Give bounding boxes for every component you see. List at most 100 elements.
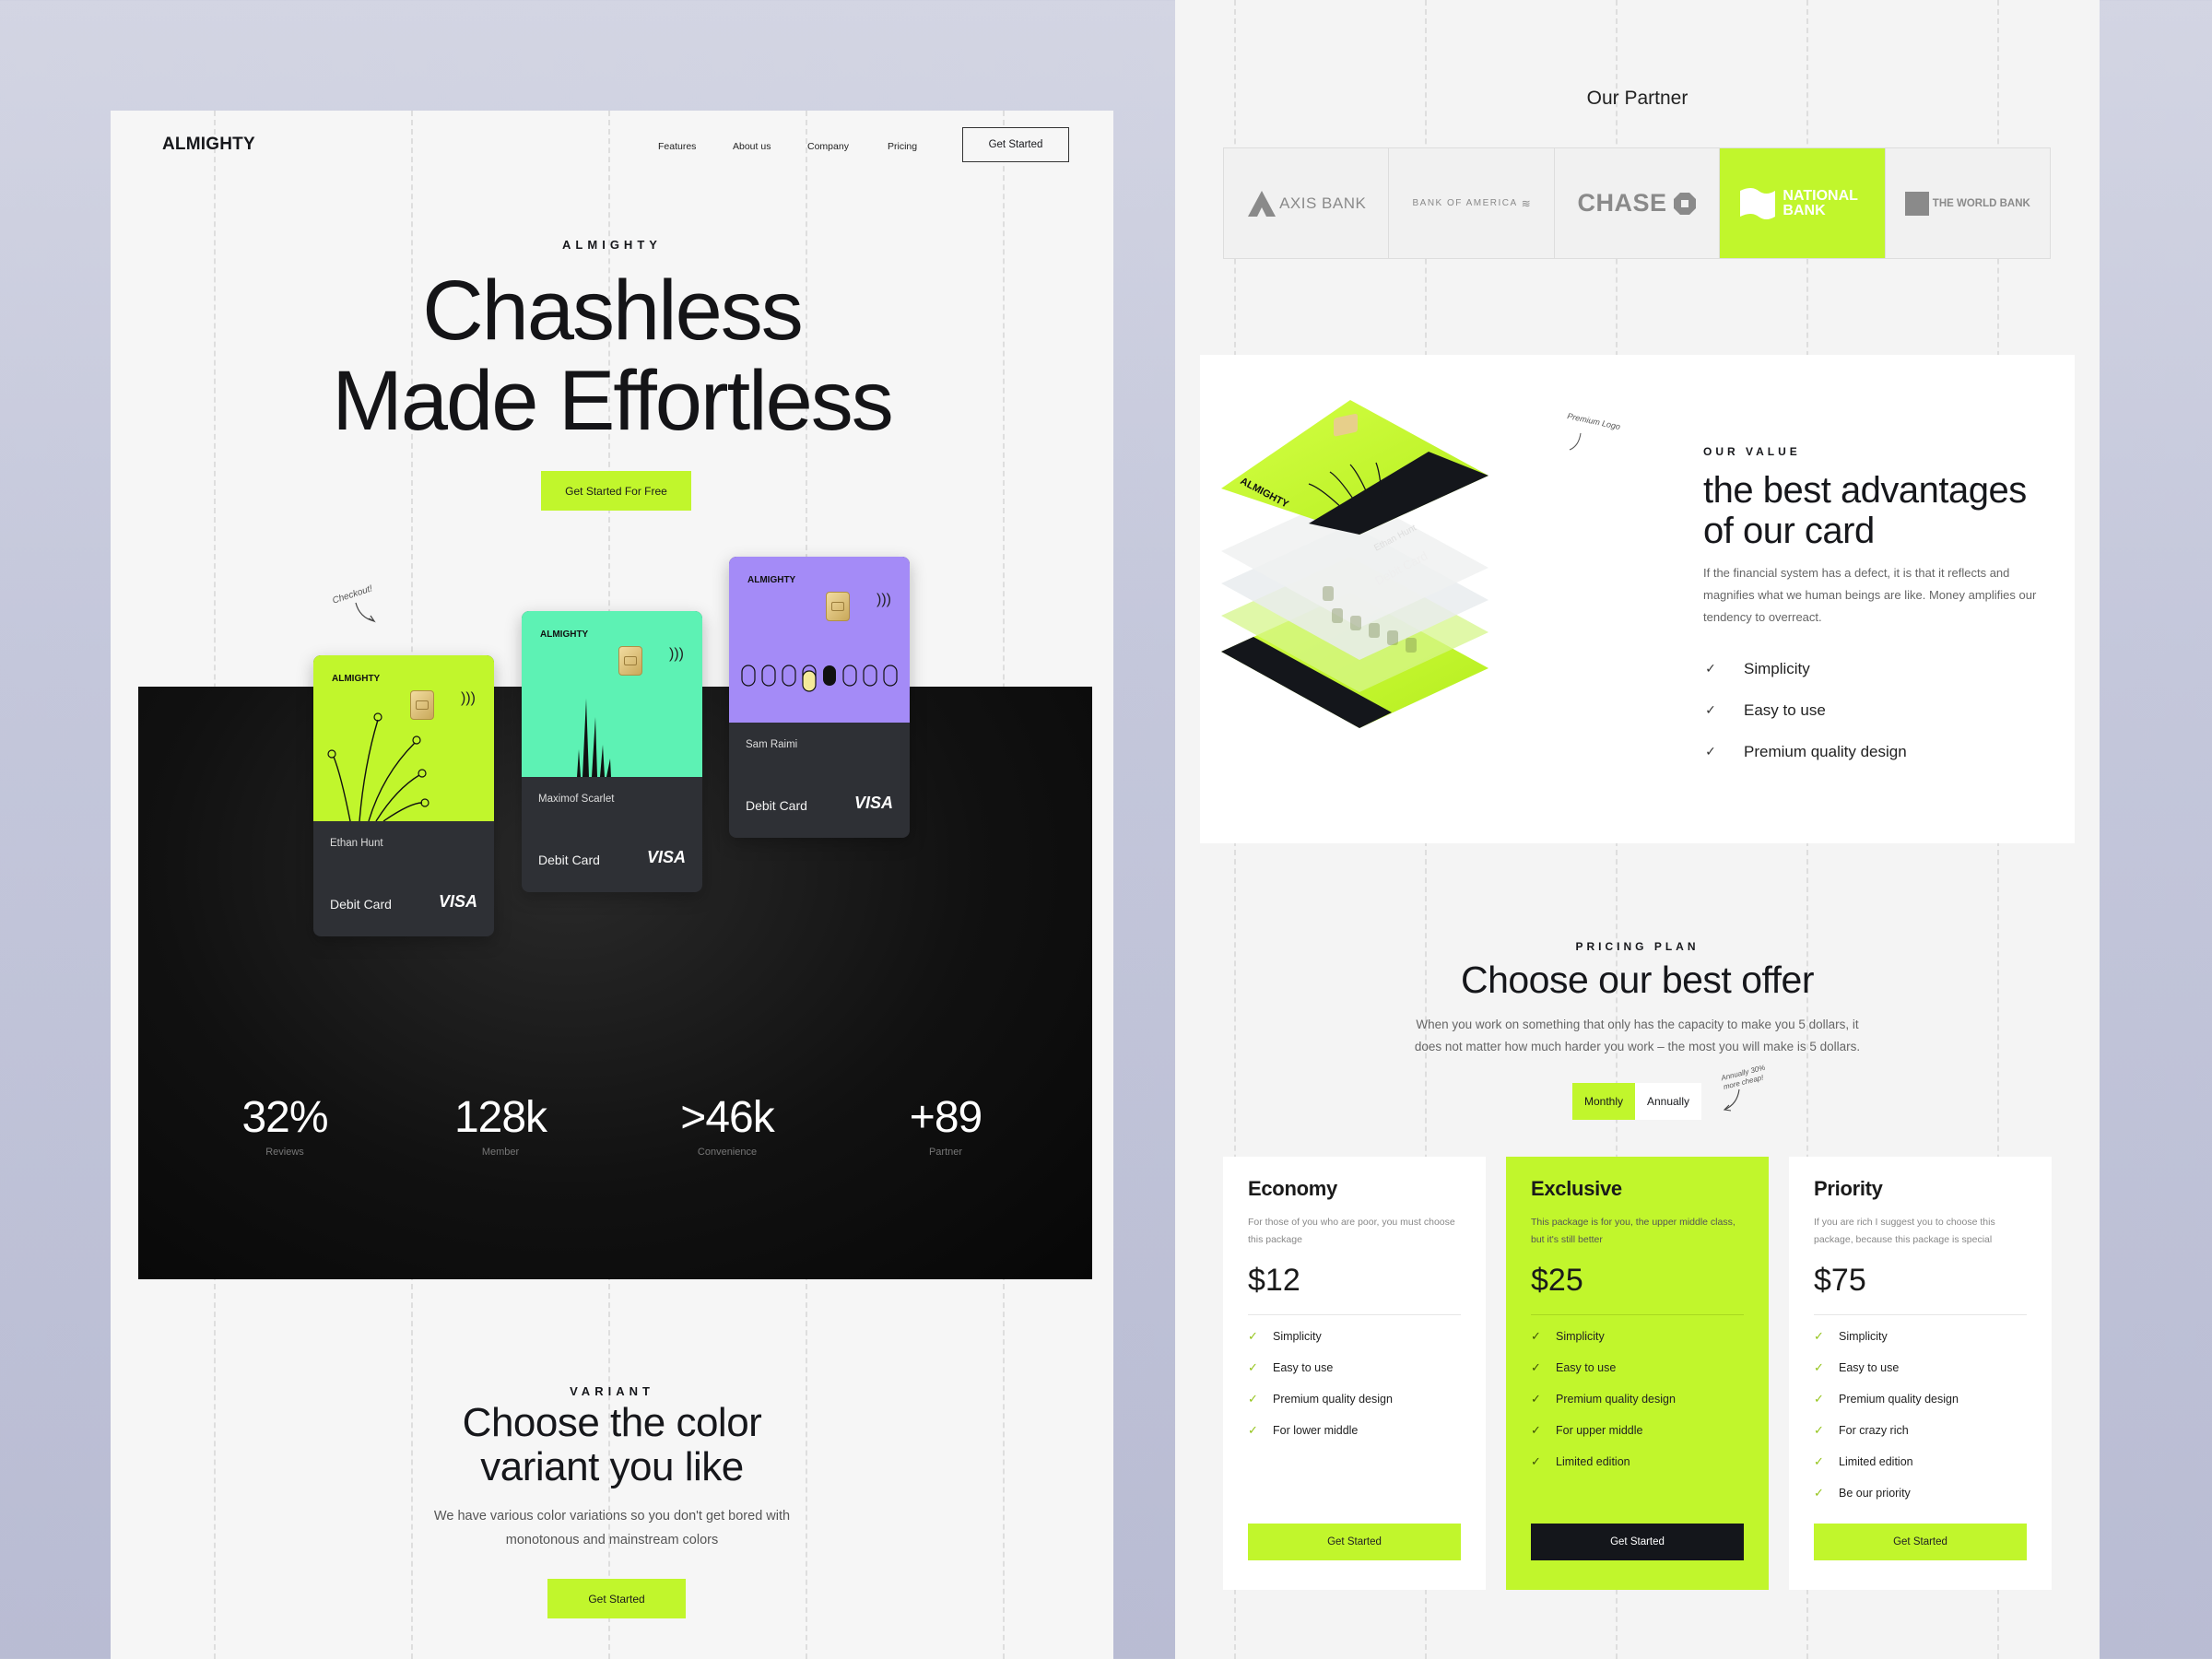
hero-cta-button[interactable]: Get Started For Free — [541, 471, 691, 511]
plan-priority-get-started-button[interactable]: Get Started — [1814, 1524, 2027, 1560]
value-feature-list: ✓ Simplicity ✓ Easy to use ✓ Premium qualit… — [1703, 648, 1907, 772]
check-icon: ✓ — [1814, 1392, 1824, 1406]
check-icon: ✓ — [1531, 1329, 1541, 1343]
arrow-icon — [355, 602, 376, 623]
axis-bank-icon — [1248, 190, 1277, 217]
stat-value: 32% — [241, 1093, 328, 1142]
toggle-monthly[interactable]: Monthly — [1572, 1083, 1635, 1120]
nav-get-started-button[interactable]: Get Started — [962, 127, 1069, 162]
pricing-eyebrow: PRICING PLAN — [1575, 940, 1700, 953]
partner-bank-of-america[interactable]: BANK OF AMERICA ≋ — [1389, 148, 1555, 258]
hero-eyebrow: ALMIGHTY — [562, 238, 662, 252]
value-description: If the financial system has a defect, it… — [1703, 566, 2037, 624]
check-icon: ✓ — [1814, 1329, 1824, 1343]
partner-label: CHASE — [1577, 189, 1667, 217]
hero-title-line1: Chashless — [422, 264, 804, 358]
stat-label: Member — [481, 1147, 520, 1158]
value-feature-label: Simplicity — [1744, 659, 1810, 677]
divider — [1248, 1314, 1461, 1315]
plan-name: Priority — [1814, 1177, 1883, 1200]
plan-name: Economy — [1248, 1177, 1337, 1200]
plan-exclusive-get-started-button[interactable]: Get Started — [1531, 1524, 1744, 1560]
card-holder: Maximof Scarlet — [538, 794, 615, 805]
plan-economy: Economy For those of you who are poor, y… — [1223, 1157, 1486, 1590]
billing-toggle: Monthly Annually — [1572, 1083, 1701, 1120]
details-page: Our Partner AXIS BANK BANK OF AMERICA ≋ … — [1175, 0, 2100, 1659]
check-icon: ✓ — [1705, 661, 1716, 676]
chase-octagon-icon — [1673, 192, 1696, 215]
variant-description: We have various color variations so you … — [111, 1504, 1113, 1552]
partner-title: Our Partner — [1586, 88, 1688, 109]
nav-about-us[interactable]: About us — [733, 141, 771, 152]
plan-feature: ✓ Easy to use — [1248, 1360, 1333, 1375]
arrow-icon — [1723, 1088, 1740, 1112]
stat-label: Reviews — [265, 1147, 304, 1158]
plan-economy-get-started-button[interactable]: Get Started — [1248, 1524, 1461, 1560]
plan-feature: ✓ Simplicity — [1248, 1329, 1322, 1344]
plan-description: For those of you who are poor, you must … — [1248, 1217, 1455, 1245]
plan-description: This package is for you, the upper middl… — [1531, 1217, 1735, 1245]
card-face: ALMIGHTY ))) — [522, 611, 702, 777]
variant-title: Choose the color variant you like — [111, 1401, 1113, 1489]
plan-price: $25 — [1531, 1263, 1583, 1298]
variant-desc-line1: We have various color variations so you … — [433, 1509, 791, 1524]
plan-feature-label: Simplicity — [1273, 1330, 1322, 1343]
debit-card-lime[interactable]: ALMIGHTY ))) Ethan Hunt Debit Card VISA — [313, 655, 494, 936]
plan-priority: Priority If you are rich I suggest you t… — [1789, 1157, 2052, 1590]
partner-label: BANK OF AMERICA — [1412, 198, 1518, 208]
card-type: Debit Card — [746, 798, 807, 813]
variant-cta-button[interactable]: Get Started — [547, 1579, 686, 1618]
card-type: Debit Card — [330, 897, 392, 912]
value-eyebrow: OUR VALUE — [1703, 445, 1801, 458]
plan-price: $75 — [1814, 1263, 1866, 1298]
plan-feature-label: Easy to use — [1556, 1361, 1617, 1374]
debit-card-mint[interactable]: ALMIGHTY ))) Maximof Scarlet Debit Card … — [522, 611, 702, 892]
layered-card-illustration: ALMIGHTY Ethan Hunt Debit Card VISA Prem… — [1221, 400, 1621, 728]
nav-company[interactable]: Company — [807, 141, 849, 152]
card-type: Debit Card — [538, 853, 600, 867]
stat-convenience: >46k Convenience — [635, 1092, 819, 1158]
value-feature: ✓ Premium quality design — [1703, 731, 1907, 772]
check-icon: ✓ — [1814, 1360, 1824, 1374]
value-title-line1: the best advantages — [1703, 470, 2027, 511]
check-icon: ✓ — [1248, 1360, 1258, 1374]
stat-value: +89 — [909, 1093, 982, 1142]
plan-feature: ✓ Limited edition — [1531, 1454, 1630, 1469]
nav-pricing[interactable]: Pricing — [888, 141, 917, 152]
pricing-description: When you work on something that only has… — [1175, 1014, 2100, 1058]
plan-feature: ✓ For lower middle — [1248, 1423, 1358, 1438]
plan-exclusive: Exclusive This package is for you, the u… — [1506, 1157, 1769, 1590]
nav-features[interactable]: Features — [658, 141, 696, 152]
debit-card-lavender[interactable]: ALMIGHTY ))) Sam Raimi Debit Card VISA — [729, 557, 910, 838]
visa-logo: VISA — [646, 848, 686, 866]
value-feature-label: Premium quality design — [1744, 742, 1907, 760]
stat-member: 128k Member — [408, 1092, 593, 1158]
logo[interactable]: ALMIGHTY — [162, 135, 255, 155]
card-holder: Ethan Hunt — [330, 838, 383, 849]
plan-feature: ✓ For upper middle — [1531, 1423, 1643, 1438]
check-icon: ✓ — [1814, 1454, 1824, 1468]
partner-national-bank[interactable]: NATIONAL BANK — [1720, 148, 1886, 258]
plan-feature: ✓ Premium quality design — [1814, 1392, 1959, 1406]
partner-chase[interactable]: CHASE — [1555, 148, 1721, 258]
plan-feature-label: Premium quality design — [1556, 1393, 1676, 1406]
stat-label: Convenience — [697, 1147, 758, 1158]
hero-title-line2: Made Effortless — [332, 354, 894, 448]
plan-feature: ✓ Premium quality design — [1531, 1392, 1676, 1406]
plan-name: Exclusive — [1531, 1177, 1622, 1200]
world-bank-icon — [1904, 191, 1929, 216]
illustration-visa-logo: VISA — [1453, 514, 1493, 547]
partner-axis-bank[interactable]: AXIS BANK — [1224, 148, 1390, 258]
check-icon: ✓ — [1531, 1454, 1541, 1468]
variant-title-line1: Choose the color — [462, 1400, 762, 1445]
value-feature: ✓ Easy to use — [1703, 689, 1907, 731]
plan-feature-label: Simplicity — [1839, 1330, 1888, 1343]
plan-feature-label: Easy to use — [1839, 1361, 1900, 1374]
partner-world-bank[interactable]: THE WORLD BANK — [1886, 148, 2050, 258]
partner-logos: AXIS BANK BANK OF AMERICA ≋ CHASE NATION… — [1223, 147, 2051, 259]
check-icon: ✓ — [1531, 1392, 1541, 1406]
toggle-annually[interactable]: Annually — [1635, 1083, 1701, 1120]
plan-feature-label: Premium quality design — [1839, 1393, 1959, 1406]
plan-feature-label: For lower middle — [1273, 1424, 1359, 1437]
divider — [1814, 1314, 2027, 1315]
